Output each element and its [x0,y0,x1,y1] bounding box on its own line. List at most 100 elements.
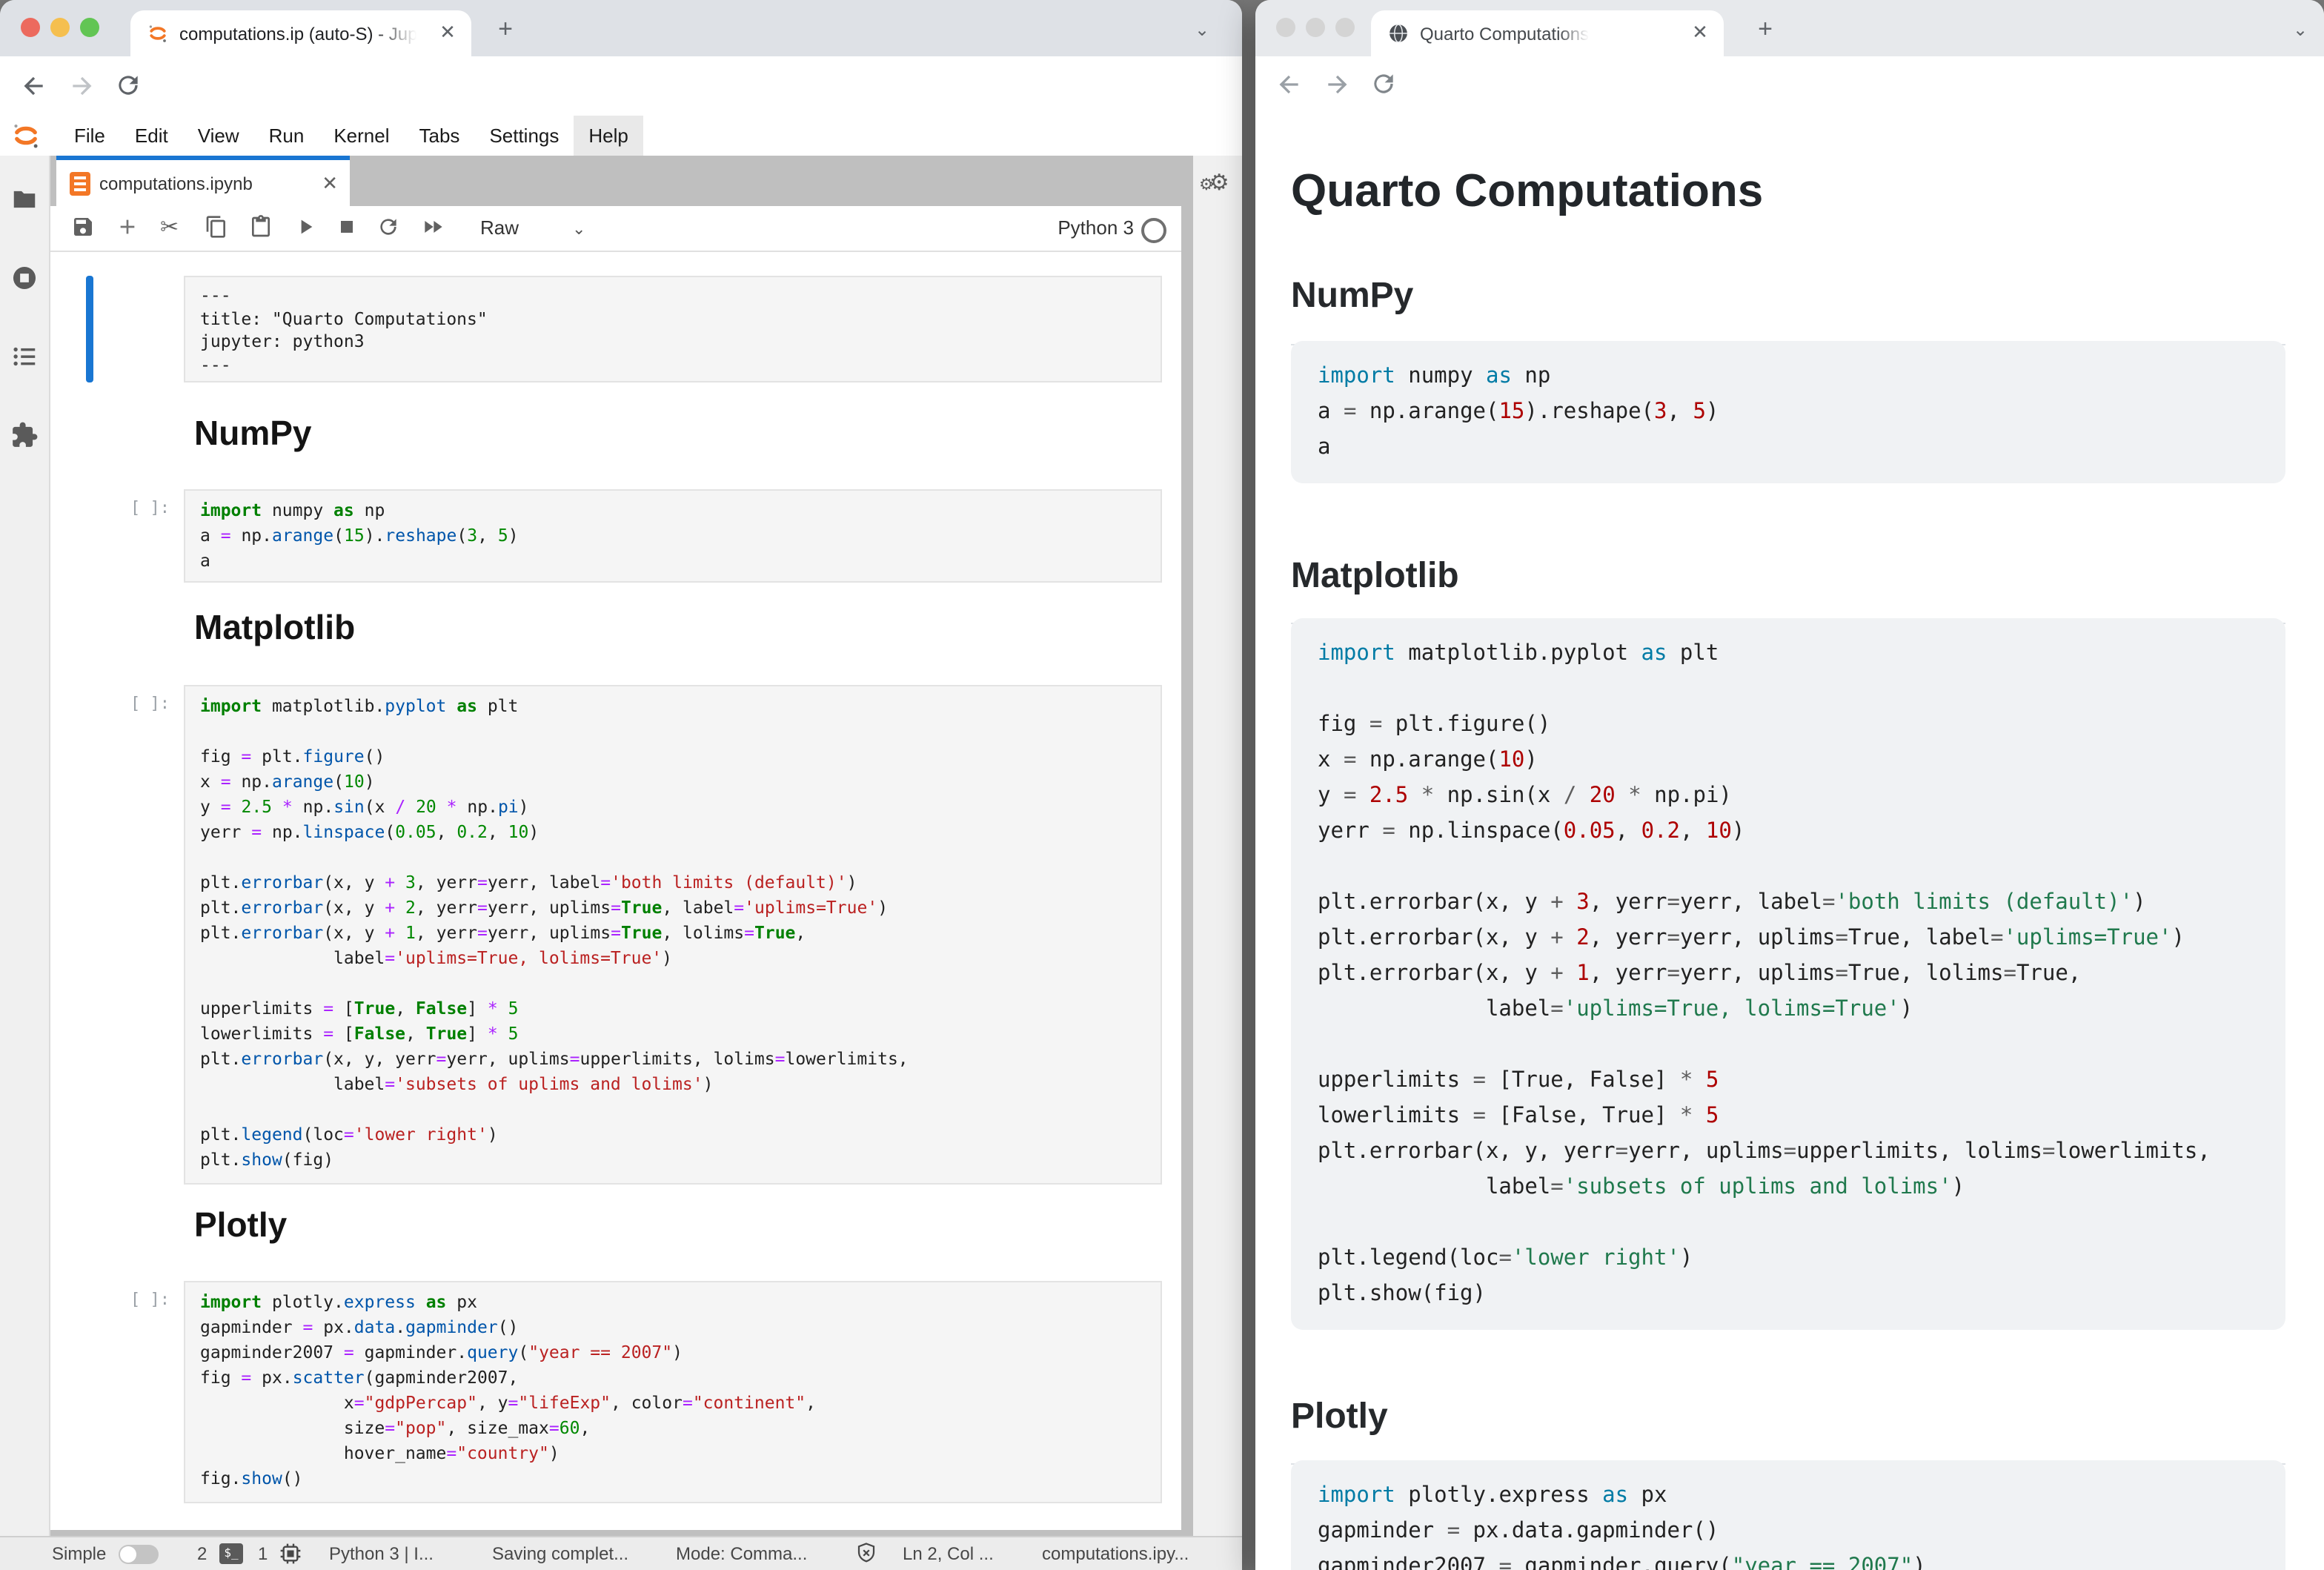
kernel-status-text[interactable]: Python 3 | I... [329,1543,434,1564]
zoom-window-button[interactable] [80,18,99,37]
left-browser-toolbar: localhost:8889/lab/workspaces/auto-S/tre… [0,56,1242,117]
jupyter-logo [10,120,42,151]
table-of-contents-icon[interactable] [10,342,39,371]
cell-selection-bar [86,276,93,382]
quarto-page: Quarto Computations NumPy import numpy a… [1255,113,2324,1570]
run-cell-button[interactable] [293,215,319,240]
status-file-name: computations.ipy... [1042,1543,1189,1564]
code-cell-plotly[interactable]: import plotly.express as pxgapminder = p… [184,1281,1162,1503]
notebook-tab-title: computations.ipynb [99,173,253,194]
reload-button[interactable] [1370,70,1401,101]
copy-cell-button[interactable] [205,215,230,240]
tab-list-chevron-icon[interactable]: ⌄ [1195,19,1209,40]
notebook-tab[interactable]: computations.ipynb ✕ [56,156,350,211]
quarto-browser-window: Quarto Computations ✕ + ⌄ localhost:7896 [1255,0,2324,1570]
execution-prompt: [ ]: [130,498,181,517]
cursor-position[interactable]: Ln 2, Col ... [903,1543,994,1564]
restart-kernel-button[interactable] [376,215,402,240]
reload-button[interactable] [114,71,145,102]
property-inspector-gears-icon[interactable]: ⚙⚙ [1199,168,1229,196]
forward-button[interactable] [67,71,98,102]
zoom-window-button[interactable] [1335,18,1355,37]
markdown-heading-numpy: NumPy [194,414,312,454]
interrupt-kernel-button[interactable] [335,215,360,240]
code-block-numpy: import numpy as npa = np.arange(15).resh… [1291,341,2285,483]
menu-kernel[interactable]: Kernel [319,116,404,156]
extension-manager-icon[interactable] [10,421,39,449]
left-tab-strip: computations.ip (auto-S) - Jup ✕ + ⌄ [0,0,1242,56]
markdown-heading-plotly: Plotly [194,1205,287,1245]
tab-title: computations.ip (auto-S) - Jup [179,24,416,44]
file-browser-icon[interactable] [10,185,39,213]
raw-cell-frontmatter[interactable]: ---title: "Quarto Computations"jupyter: … [184,276,1162,382]
execution-prompt: [ ]: [130,694,181,713]
menu-view[interactable]: View [183,116,254,156]
right-tab-strip: Quarto Computations ✕ + ⌄ [1255,0,2324,56]
jupyter-activity-bar [0,156,50,1537]
menu-tabs[interactable]: Tabs [405,116,475,156]
tab-list-chevron-icon[interactable]: ⌄ [2293,19,2308,40]
code-cell-matplotlib[interactable]: import matplotlib.pyplot as plt fig = pl… [184,685,1162,1185]
section-heading-matplotlib: Matplotlib [1291,556,2285,624]
chevron-down-icon[interactable]: ⌄ [572,219,585,239]
kernel-status-icon[interactable] [1141,218,1166,243]
notebook-cells-area: ---title: "Quarto Computations"jupyter: … [50,251,1181,1530]
code-block-matplotlib: import matplotlib.pyplot as plt fig = pl… [1291,618,2285,1330]
tab-close-icon[interactable]: ✕ [437,22,458,43]
add-cell-button[interactable] [116,215,141,240]
menu-items: File Edit View Run Kernel Tabs Settings … [59,116,643,156]
back-button[interactable] [1275,70,1306,101]
browser-tab-jupyter[interactable]: computations.ip (auto-S) - Jup ✕ [130,10,471,56]
cut-cell-button[interactable]: ✂ [160,215,185,240]
cell-type-dropdown[interactable]: Raw [480,216,519,239]
browser-tab-quarto[interactable]: Quarto Computations ✕ [1371,10,1724,56]
menu-run[interactable]: Run [254,116,319,156]
terminal-icon: $_ [219,1543,243,1564]
run-all-cells-button[interactable] [421,215,446,240]
jupyter-dock-panel: computations.ipynb ✕ ⚙⚙ ✂ [50,156,1242,1537]
globe-favicon [1387,22,1410,44]
notebook-panel: ✂ [50,206,1181,1530]
new-tab-button[interactable]: + [494,18,517,42]
minimize-window-button[interactable] [1306,18,1325,37]
forward-button[interactable] [1322,70,1353,101]
markdown-heading-matplotlib: Matplotlib [194,608,355,648]
notebook-tab-close-icon[interactable]: ✕ [322,172,338,196]
kernel-chip-icon [279,1542,302,1566]
back-button[interactable] [19,71,50,102]
close-window-button[interactable] [1276,18,1295,37]
jupyter-favicon [147,22,169,44]
tab-close-icon[interactable]: ✕ [1690,22,1710,43]
menu-file[interactable]: File [59,116,120,156]
page-title: Quarto Computations [1291,165,1763,218]
right-sidebar-strip: ⚙⚙ [1193,156,1242,1537]
menu-edit[interactable]: Edit [120,116,183,156]
tab-title: Quarto Computations [1420,24,1589,44]
paste-cell-button[interactable] [249,215,274,240]
section-heading-numpy: NumPy [1291,276,2285,345]
notebook-icon [70,172,90,196]
jupyter-status-bar: Simple 2 $_ 1 Python 3 | I... Saving com… [0,1536,1242,1570]
close-window-button[interactable] [21,18,40,37]
menu-help[interactable]: Help [574,116,643,156]
running-kernels-icon[interactable] [10,264,39,292]
simple-mode-toggle[interactable] [119,1545,159,1564]
minimize-window-button[interactable] [50,18,70,37]
jupyter-menu-bar: File Edit View Run Kernel Tabs Settings … [0,116,1242,157]
terminals-count: 2 [197,1543,207,1564]
section-heading-plotly: Plotly [1291,1397,2285,1465]
execution-prompt: [ ]: [130,1290,181,1309]
mode-indicator[interactable]: Mode: Comma... [676,1543,807,1564]
kernel-name-button[interactable]: Python 3 [1058,216,1134,239]
notebook-toolbar: ✂ [50,206,1181,252]
save-button[interactable] [71,215,96,240]
kernels-count: 1 [258,1543,268,1564]
code-cell-numpy[interactable]: import numpy as npa = np.arange(15).resh… [184,489,1162,583]
menu-settings[interactable]: Settings [474,116,574,156]
saving-status: Saving complet... [492,1543,628,1564]
jupyterlab-browser-window: computations.ip (auto-S) - Jup ✕ + ⌄ loc… [0,0,1242,1570]
new-tab-button[interactable]: + [1753,18,1777,42]
right-browser-toolbar: localhost:7896 Z JJ [1255,56,2324,114]
desktop: computations.ip (auto-S) - Jup ✕ + ⌄ loc… [0,0,2324,1570]
trust-shield-icon [855,1542,877,1564]
